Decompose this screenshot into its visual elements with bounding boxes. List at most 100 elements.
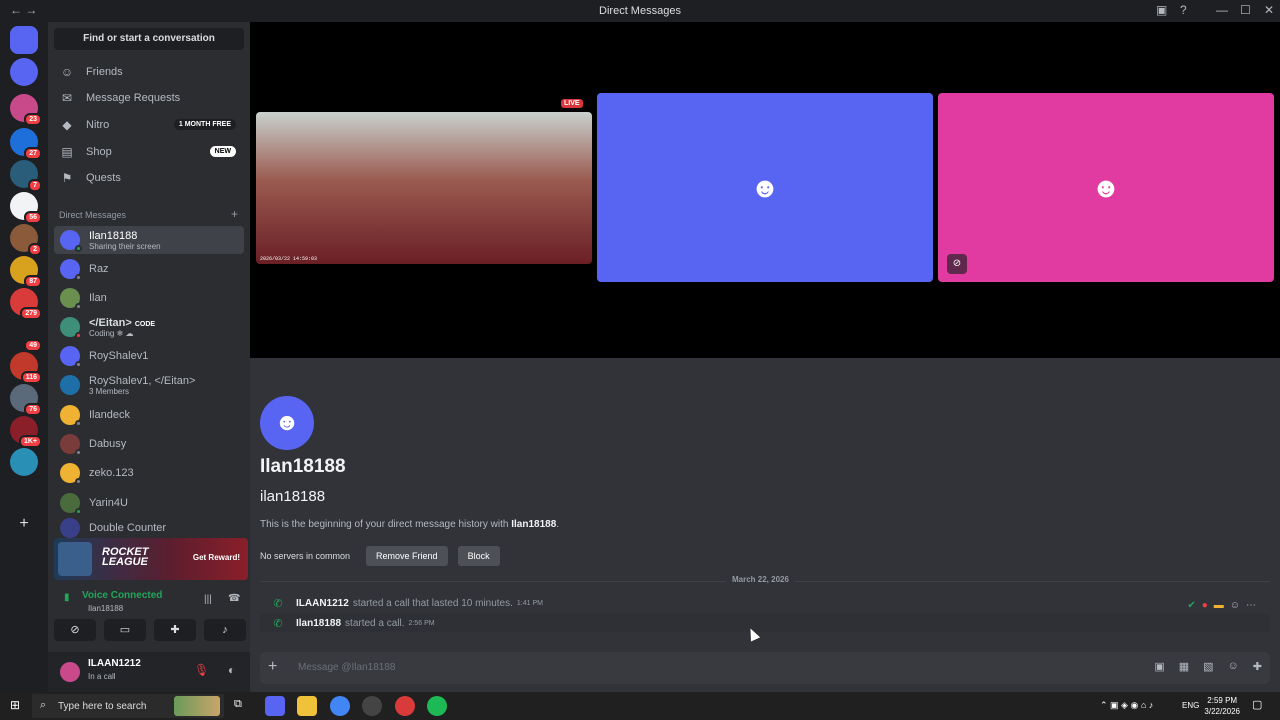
profile-avatar[interactable]: ☻ <box>260 396 314 450</box>
screen-share-icon[interactable]: ▣ <box>1156 3 1167 17</box>
notification-icon[interactable]: ▢ <box>1252 698 1262 711</box>
app-icon[interactable] <box>362 696 382 716</box>
minimize-button[interactable]: — <box>1216 3 1228 17</box>
close-button[interactable]: ✕ <box>1264 3 1274 17</box>
remove-friend-button[interactable]: Remove Friend <box>366 546 448 566</box>
dm-item-royshalev1[interactable]: RoyShalev1 <box>54 342 244 370</box>
apps-icon[interactable]: ✚ <box>1253 660 1262 673</box>
maximize-button[interactable]: ☐ <box>1240 3 1251 17</box>
server-icon[interactable] <box>10 58 38 86</box>
dm-section-header: Direct Messages <box>59 210 127 220</box>
nitro-icon: ◆ <box>62 118 72 132</box>
dm-item-ilandeck[interactable]: Ilandeck <box>54 401 244 429</box>
add-server-icon[interactable]: + <box>10 510 38 538</box>
server-icon[interactable]: 2 <box>10 224 42 256</box>
server-icon[interactable]: 7 <box>10 160 42 192</box>
dm-item-zeko[interactable]: zeko.123 <box>54 459 244 487</box>
activities-icon[interactable]: ✚ <box>154 619 196 641</box>
headphones-icon[interactable]: ◐ <box>228 663 235 677</box>
tray-icons[interactable]: ⌃ ▣ ◈ ◉ ⌂ ♪ <box>1100 700 1153 711</box>
server-icon[interactable]: 87 <box>10 256 42 288</box>
server-icon[interactable]: 27 <box>10 128 42 160</box>
discord-app-icon[interactable] <box>265 696 285 716</box>
screen-share-tile[interactable]: 2026/03/22 14:59:03 <box>256 112 592 264</box>
nav-nitro[interactable]: ◆ Nitro 1 MONTH FREE <box>54 113 244 137</box>
profile-actions: No servers in common Remove Friend Block <box>260 546 500 566</box>
new-badge: NEW <box>209 146 236 157</box>
create-dm-icon[interactable]: + <box>231 207 238 221</box>
mic-muted-icon[interactable]: 🎙 <box>194 663 209 677</box>
dm-item-double-counter[interactable]: Double Counter <box>54 518 244 538</box>
add-reaction-icon[interactable]: ☺ <box>1230 600 1240 611</box>
gift-icon[interactable]: ▣ <box>1154 660 1164 673</box>
quests-icon: ⚑ <box>61 171 73 185</box>
call-message: ✆ ILAAN1212 started a call that lasted 1… <box>260 594 1270 612</box>
voice-status[interactable]: Voice Connected <box>82 590 162 601</box>
screen-share-icon[interactable]: ▭ <box>104 619 146 641</box>
soundboard-icon[interactable]: ♪ <box>204 619 246 641</box>
avatar[interactable] <box>60 662 80 682</box>
server-icon[interactable]: 116 <box>10 352 42 384</box>
dm-item-dabusy[interactable]: Dabusy <box>54 430 244 458</box>
windows-start-icon[interactable]: ⊞ <box>10 698 20 712</box>
nav-friends[interactable]: ☺ Friends <box>54 60 244 84</box>
disconnect-icon[interactable]: ☎ <box>228 593 240 604</box>
emoji-icon[interactable]: ☺ <box>1228 660 1239 673</box>
game-logo: ROCKET LEAGUE <box>102 546 149 568</box>
discord-logo-icon: ☻ <box>1091 171 1121 203</box>
dm-item-raz[interactable]: Raz <box>54 255 244 283</box>
find-conversation-button[interactable]: Find or start a conversation <box>54 28 244 50</box>
participant-tile[interactable]: ☻ <box>938 93 1274 282</box>
spotify-icon[interactable] <box>427 696 447 716</box>
avatar <box>60 463 82 485</box>
taskbar-search[interactable]: ⌕ Type here to search <box>32 694 224 718</box>
file-explorer-icon[interactable] <box>297 696 317 716</box>
avatar <box>60 518 80 538</box>
watermelon-reaction-icon[interactable]: ● <box>1202 600 1208 611</box>
message-input[interactable]: Message @Ilan18188 <box>298 662 395 673</box>
dm-item-eitan[interactable]: </Eitan> CODE Coding ❄ ☁ <box>54 313 244 341</box>
app-icon[interactable] <box>395 696 415 716</box>
user-status: In a call <box>88 672 116 681</box>
task-view-icon[interactable]: ⧉ <box>234 698 242 711</box>
check-reaction-icon[interactable]: ✔ <box>1187 600 1195 611</box>
dm-home-icon[interactable] <box>10 26 38 54</box>
noise-suppression-icon[interactable]: ||| <box>204 594 212 605</box>
dm-item-ilan18188[interactable]: Ilan18188 Sharing their screen <box>54 226 244 254</box>
friends-icon: ☺ <box>60 65 74 79</box>
sticker-icon[interactable]: ▧ <box>1203 660 1213 673</box>
get-reward-button[interactable]: Get Reward! <box>193 553 240 562</box>
nav-shop[interactable]: ▤ Shop NEW <box>54 140 244 164</box>
dm-item-yarin4u[interactable]: Yarin4U <box>54 489 244 517</box>
language-indicator[interactable]: ENG <box>1182 701 1199 710</box>
help-icon[interactable]: ? <box>1180 3 1187 17</box>
nav-message-requests[interactable]: ✉ Message Requests <box>54 86 244 110</box>
search-icon: ⌕ <box>40 699 47 711</box>
server-icon[interactable]: 279 <box>10 288 42 320</box>
rainbow-reaction-icon[interactable]: ▬ <box>1214 600 1224 611</box>
live-badge: LIVE <box>561 99 583 108</box>
server-icon[interactable]: 56 <box>10 192 42 224</box>
dm-item-group[interactable]: RoyShalev1, </Eitan> 3 Members <box>54 371 244 399</box>
window-title: Direct Messages <box>599 5 681 17</box>
clock[interactable]: 2:59 PM 3/22/2026 <box>1204 695 1240 717</box>
chrome-icon[interactable] <box>330 696 350 716</box>
video-off-icon[interactable]: ⊘ <box>54 619 96 641</box>
server-icon[interactable]: 76 <box>10 384 42 416</box>
participant-tile[interactable]: ☻ <box>597 93 933 282</box>
server-icon[interactable]: 49 <box>10 320 42 352</box>
avatar <box>60 288 82 310</box>
more-options-icon[interactable]: ⋯ <box>1246 600 1256 611</box>
nav-quests[interactable]: ⚑ Quests <box>54 166 244 190</box>
server-icon[interactable]: 1K+ <box>10 416 42 448</box>
dm-item-ilan[interactable]: Ilan <box>54 284 244 312</box>
game-promo-banner[interactable]: ROCKET LEAGUE Get Reward! <box>54 538 248 580</box>
server-icon[interactable] <box>10 448 38 476</box>
block-button[interactable]: Block <box>457 546 500 566</box>
gif-icon[interactable]: ▦ <box>1179 660 1189 673</box>
call-stage: 2026/03/22 14:59:03 LIVE ☻ ☻ ⊘ <box>250 22 1280 358</box>
attach-plus-icon[interactable]: + <box>268 658 277 676</box>
server-icon[interactable]: 23 <box>10 94 42 126</box>
avatar <box>60 317 82 339</box>
avatar <box>60 493 82 515</box>
